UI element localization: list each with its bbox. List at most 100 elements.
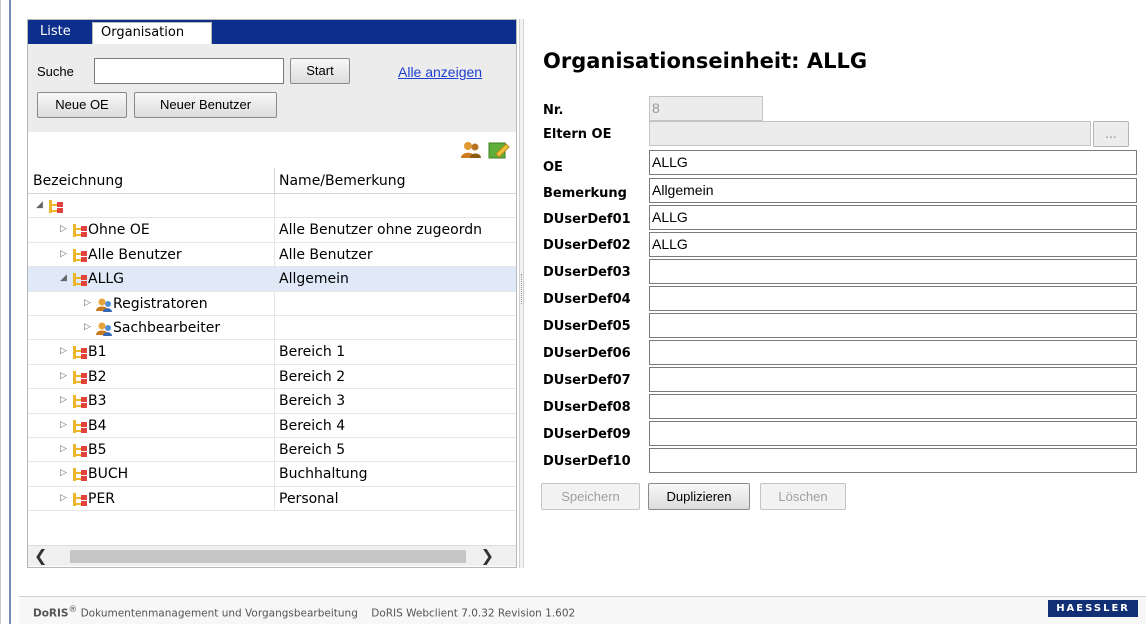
org-unit-icon	[73, 248, 87, 262]
org-unit-icon	[73, 419, 87, 433]
org-tree: Bezeichnung Name/Bemerkung ◢ ▷ Ohne OE A…	[28, 168, 516, 512]
save-button[interactable]: Speichern	[541, 483, 640, 510]
tree-row-note: Bereich 3	[279, 393, 346, 410]
label-bemerkung: Bemerkung	[543, 186, 627, 201]
users-icon[interactable]	[460, 140, 482, 160]
tree-row-name: B1	[88, 344, 107, 361]
org-unit-icon	[73, 346, 87, 360]
tree-row-name: Registratoren	[113, 295, 208, 312]
user-group-icon	[96, 298, 112, 312]
tree-row[interactable]: ▷ Sachbearbeiter	[28, 315, 516, 341]
expand-arrow-icon[interactable]: ▷	[60, 468, 67, 478]
scroll-left-arrow-icon[interactable]: ❮	[34, 546, 47, 566]
edit-icon[interactable]	[488, 140, 510, 160]
scroll-right-arrow-icon[interactable]: ❯	[481, 546, 494, 566]
expand-arrow-icon[interactable]: ▷	[60, 420, 67, 430]
search-toolbar: Suche Start Alle anzeigen Neue OE Neuer …	[28, 44, 516, 132]
tree-row-note: Bereich 5	[279, 441, 346, 458]
user-group-icon	[96, 322, 112, 336]
org-unit-icon	[73, 468, 87, 482]
tree-row[interactable]: ▷ Registratoren	[28, 291, 516, 316]
organisation-panel: Liste Organisation Suche Start Alle anze…	[27, 19, 517, 568]
duserdef09-field[interactable]	[649, 421, 1137, 446]
org-unit-icon	[73, 370, 87, 384]
splitter-grip[interactable]	[521, 274, 522, 304]
show-all-link[interactable]: Alle anzeigen	[398, 64, 482, 80]
tab-bar: Liste Organisation	[28, 20, 516, 44]
tree-row[interactable]: ▷ B5 Bereich 5	[28, 437, 516, 463]
tab-liste[interactable]: Liste	[32, 22, 79, 44]
page-title: Organisationseinheit: ALLG	[543, 49, 868, 73]
tree-row[interactable]: ▷ B4 Bereich 4	[28, 413, 516, 438]
label-duserdef04: DUserDef04	[543, 292, 631, 307]
duserdef02-field[interactable]: ALLG	[649, 232, 1137, 257]
expand-arrow-icon[interactable]: ▷	[84, 322, 91, 332]
tree-row-name: PER	[88, 490, 116, 507]
duserdef08-field[interactable]	[649, 394, 1137, 419]
duserdef10-field[interactable]	[649, 448, 1137, 473]
expand-arrow-icon[interactable]: ▷	[60, 249, 67, 259]
collapse-arrow-icon[interactable]: ◢	[36, 200, 43, 210]
parent-oe-field	[649, 121, 1091, 146]
horizontal-scrollbar[interactable]: ❮ ❯	[28, 545, 516, 566]
duserdef06-field[interactable]	[649, 340, 1137, 365]
expand-arrow-icon[interactable]: ▷	[60, 493, 67, 503]
scrollbar-thumb[interactable]	[70, 550, 466, 563]
duserdef04-field[interactable]	[649, 286, 1137, 311]
tree-row-selected[interactable]: ◢ ALLG Allgemein	[28, 267, 516, 292]
tree-row[interactable]: ▷ BUCH Buchhaltung	[28, 462, 516, 487]
oe-field[interactable]: ALLG	[649, 150, 1137, 175]
expand-arrow-icon[interactable]: ▷	[60, 346, 67, 356]
tree-row-name: BUCH	[88, 466, 129, 483]
tree-row[interactable]: ▷ PER Personal	[28, 486, 516, 512]
tree-row[interactable]: ▷ B1 Bereich 1	[28, 340, 516, 365]
bemerkung-field[interactable]: Allgemein	[649, 178, 1137, 203]
label-duserdef03: DUserDef03	[543, 265, 631, 280]
label-duserdef01: DUserDef01	[543, 212, 631, 227]
nr-field: 8	[649, 96, 763, 121]
expand-arrow-icon[interactable]: ▷	[60, 444, 67, 454]
duserdef03-field[interactable]	[649, 259, 1137, 284]
status-bar: DoRIS® Dokumentenmanagement und Vorgangs…	[19, 596, 1146, 624]
window-edge-accent	[9, 0, 11, 624]
org-unit-icon	[73, 224, 87, 238]
tree-row-name: Ohne OE	[88, 222, 150, 239]
label-duserdef02: DUserDef02	[543, 238, 631, 253]
tree-row[interactable]: ▷ Alle Benutzer Alle Benutzer	[28, 242, 516, 268]
start-button[interactable]: Start	[290, 58, 350, 84]
delete-button[interactable]: Löschen	[760, 483, 846, 510]
tree-row[interactable]: ▷ B3 Bereich 3	[28, 389, 516, 414]
label-nr: Nr.	[543, 103, 564, 118]
search-input[interactable]	[94, 58, 284, 84]
tree-row-name: B5	[88, 441, 107, 458]
browse-button[interactable]: ...	[1093, 121, 1129, 147]
tree-row[interactable]: ◢	[28, 194, 516, 219]
tree-row[interactable]: ▷ B2 Bereich 2	[28, 364, 516, 390]
duplicate-button[interactable]: Duplizieren	[648, 483, 750, 510]
panel-splitter[interactable]	[519, 19, 524, 568]
org-unit-icon	[73, 395, 87, 409]
label-duserdef09: DUserDef09	[543, 427, 631, 442]
label-duserdef06: DUserDef06	[543, 346, 631, 361]
tree-row[interactable]: ▷ Ohne OE Alle Benutzer ohne zugeordn	[28, 218, 516, 243]
label-eltern-oe: Eltern OE	[543, 127, 612, 142]
org-unit-icon	[73, 443, 87, 457]
duserdef07-field[interactable]	[649, 367, 1137, 392]
tree-row-note: Alle Benutzer	[279, 246, 373, 263]
search-label: Suche	[37, 64, 74, 79]
label-oe: OE	[543, 160, 563, 175]
new-org-unit-button[interactable]: Neue OE	[37, 92, 127, 118]
duserdef01-field[interactable]: ALLG	[649, 205, 1137, 230]
tab-organisation[interactable]: Organisation	[92, 22, 212, 44]
expand-arrow-icon[interactable]: ▷	[60, 395, 67, 405]
expand-arrow-icon[interactable]: ▷	[84, 298, 91, 308]
expand-arrow-icon[interactable]: ▷	[60, 371, 67, 381]
column-header-bemerkung[interactable]: Name/Bemerkung	[279, 173, 406, 189]
expand-arrow-icon[interactable]: ▷	[60, 224, 67, 234]
collapse-arrow-icon[interactable]: ◢	[60, 273, 67, 283]
new-user-button[interactable]: Neuer Benutzer	[134, 92, 277, 118]
window-edge	[0, 0, 1, 624]
duserdef05-field[interactable]	[649, 313, 1137, 338]
tree-row-note: Buchhaltung	[279, 466, 368, 483]
column-header-bezeichnung[interactable]: Bezeichnung	[33, 173, 123, 189]
